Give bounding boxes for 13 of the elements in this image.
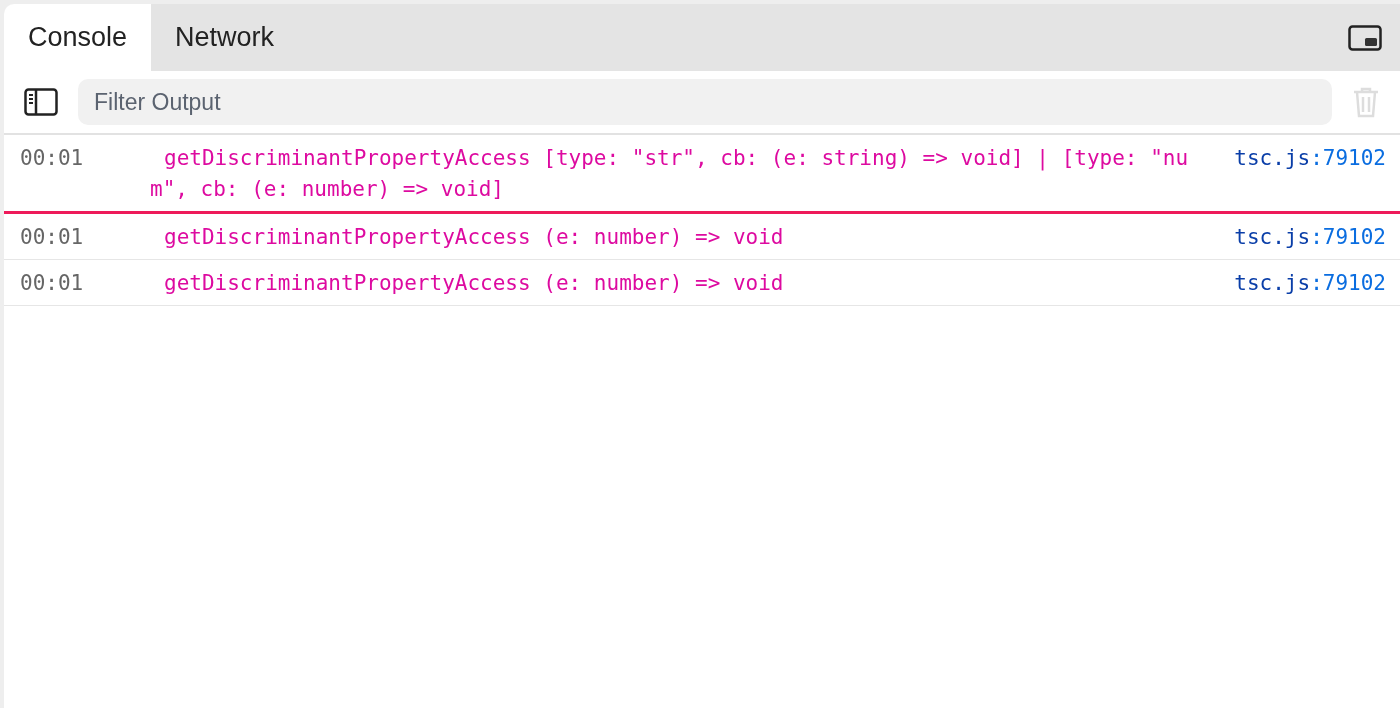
log-message: getDiscriminantPropertyAccess (e: number) => void (163, 270, 785, 297)
timestamp: 00:01 (19, 145, 85, 172)
log-message: getDiscriminantPropertyAccess (e: number) => void (163, 224, 785, 251)
panel-tab[interactable]: Console (4, 4, 152, 71)
timestamp: 00:01 (19, 270, 85, 297)
log-message: getDiscriminantPropertyAccess [type: "str", cb: (e: string) => void] | [type: "num", cb: (e: number) => void] (150, 145, 1189, 203)
sidebar-toggle-icon[interactable] (24, 88, 58, 116)
filter-field[interactable]: Filter Output (78, 79, 1332, 125)
source-link[interactable]: tsc.js:79102 (1234, 268, 1400, 299)
dock-icon[interactable] (1348, 24, 1382, 51)
source-link[interactable]: tsc.js:79102 (1234, 143, 1400, 174)
source-link[interactable]: tsc.js:79102 (1234, 222, 1400, 253)
timestamp: 00:01 (19, 224, 85, 251)
